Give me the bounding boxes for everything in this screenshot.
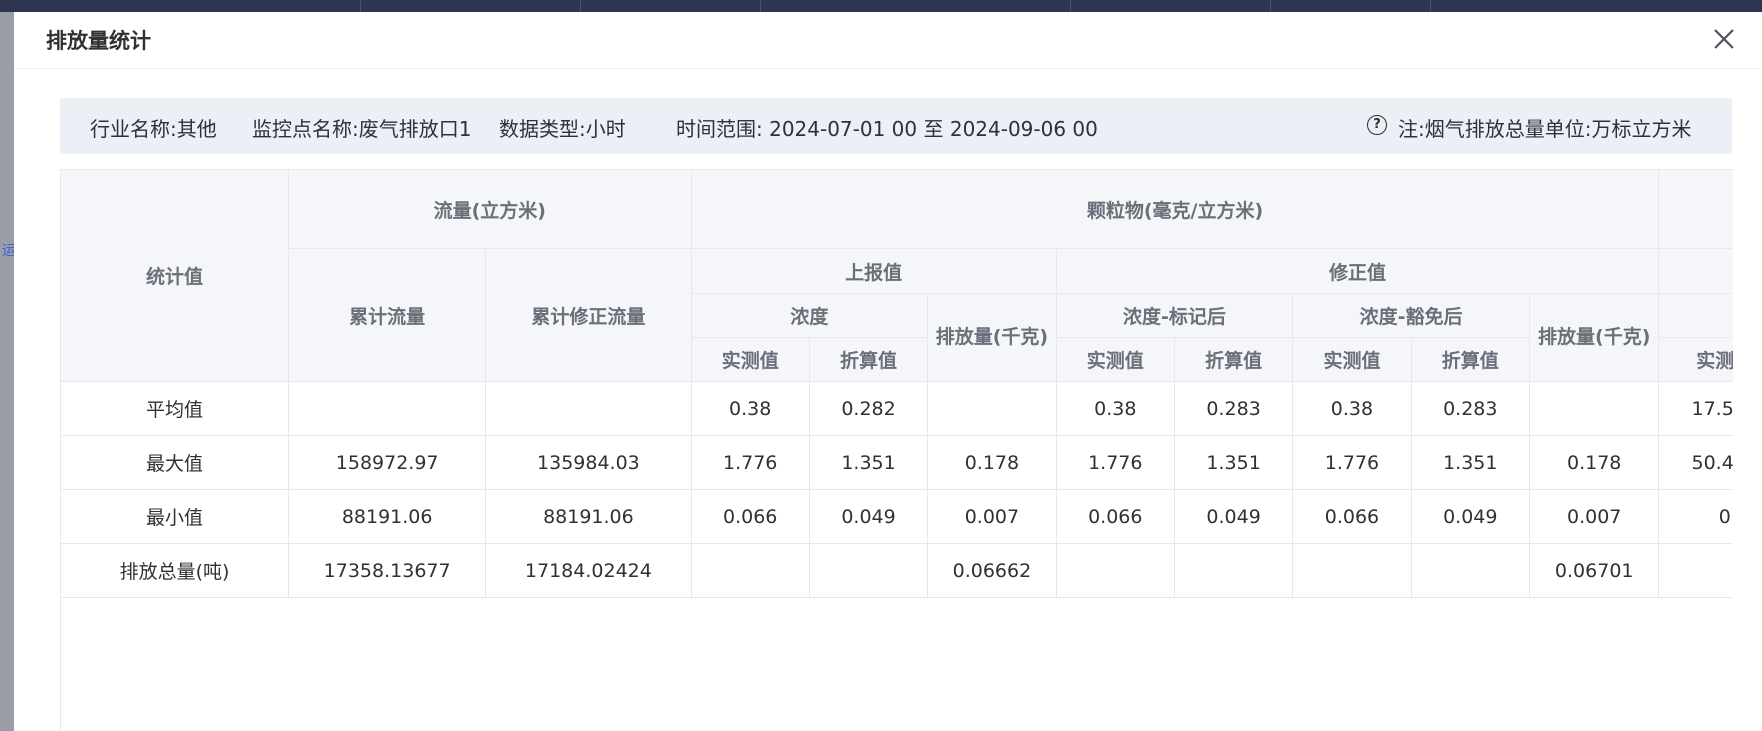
header-measured: 实测值 [1292,337,1412,382]
stats-table-container[interactable]: 统计值 流量(立方米) 颗粒物(毫克/立方米) 累计流量 累计修正流量 上报值 … [60,169,1733,731]
table-cell: 1.776 [691,435,810,490]
table-cell: 0.066 [691,489,810,544]
row-label: 最大值 [61,435,290,490]
table-cell [1411,543,1530,598]
header-flow-group: 流量(立方米) [288,170,692,249]
header-emission-corrected: 排放量(千克) [1529,293,1660,382]
table-row: 排放总量(吨) 17358.13677 17184.02424 0.06662 … [61,543,1733,598]
header-next-group [1658,170,1733,249]
table-cell: 1.351 [809,435,929,490]
header-next-sub [1658,248,1733,294]
table-cell: 0.066 [1056,489,1175,544]
header-measured: 实测值 [1658,337,1733,382]
table-cell: 0.06662 [927,543,1057,598]
header-measured: 实测值 [691,337,810,382]
table-cell: 17358.13677 [288,543,487,598]
header-divider [14,68,1762,69]
stats-table: 统计值 流量(立方米) 颗粒物(毫克/立方米) 累计流量 累计修正流量 上报值 … [61,170,1733,598]
row-label: 平均值 [61,381,290,436]
top-bar-divider [360,0,361,12]
header-next-sub2 [1658,293,1733,338]
table-cell: 17184.02424 [485,543,692,598]
table-row: 平均值 0.38 0.282 0.38 0.283 0.38 0.283 17.… [61,381,1733,436]
unit-note: 注:烟气排放总量单位:万标立方米 [1398,117,1692,141]
background-left-strip: 运 [0,12,16,731]
table-cell: 0.007 [1529,489,1660,544]
top-bar-divider [1070,0,1071,12]
header-conc-marked: 浓度-标记后 [1056,293,1294,338]
table-cell: 0.282 [809,381,929,436]
header-converted: 折算值 [1174,337,1294,382]
top-bar-divider [760,0,761,12]
table-cell: 158972.97 [288,435,487,490]
table-cell [485,381,692,436]
header-concentration: 浓度 [691,293,929,338]
table-cell [809,543,929,598]
table-cell [1174,543,1294,598]
top-bar-divider [1270,0,1271,12]
table-cell: 0.049 [809,489,929,544]
table-cell: 0.066 [1292,489,1412,544]
close-icon[interactable] [1709,24,1739,54]
table-cell: 0.38 [1056,381,1175,436]
table-cell: 1.351 [1174,435,1294,490]
table-cell [1056,543,1175,598]
industry-name: 行业名称:其他 [90,117,217,141]
dialog-title: 排放量统计 [46,29,151,53]
header-conc-exempt: 浓度-豁免后 [1292,293,1530,338]
top-bar-divider [580,0,581,12]
table-cell: 17.558 [1658,381,1733,436]
header-stat: 统计值 [61,170,290,382]
dialog-header: 排放量统计 [14,12,1762,68]
data-type: 数据类型:小时 [499,117,626,141]
header-reported: 上报值 [691,248,1057,294]
table-cell: 1.351 [1411,435,1530,490]
table-cell: 0.38 [691,381,810,436]
table-cell: 0.283 [1411,381,1530,436]
table-cell [1529,381,1660,436]
monitor-point-name: 监控点名称:废气排放口1 [252,117,472,141]
table-cell: 88191.06 [485,489,692,544]
table-cell: 0.049 [1174,489,1294,544]
header-corrected: 修正值 [1056,248,1660,294]
table-cell [1658,543,1733,598]
table-cell: 0 [1658,489,1733,544]
time-range: 时间范围: 2024-07-01 00 至 2024-09-06 00 [676,117,1098,141]
table-row: 最小值 88191.06 88191.06 0.066 0.049 0.007 … [61,489,1733,544]
table-row: 最大值 158972.97 135984.03 1.776 1.351 0.17… [61,435,1733,490]
table-cell [288,381,487,436]
table-cell: 0.178 [927,435,1057,490]
row-label: 排放总量(吨) [61,543,290,598]
help-circle-icon[interactable]: ? [1367,115,1387,135]
table-cell: 0.06701 [1529,543,1660,598]
table-cell [691,543,810,598]
header-measured: 实测值 [1056,337,1175,382]
table-cell: 0.007 [927,489,1057,544]
header-converted: 折算值 [1411,337,1530,382]
header-emission: 排放量(千克) [927,293,1057,382]
table-cell: 0.049 [1411,489,1530,544]
table-cell: 1.776 [1056,435,1175,490]
table-cell: 88191.06 [288,489,487,544]
table-cell: 0.38 [1292,381,1412,436]
table-cell [1292,543,1412,598]
table-cell: 0.178 [1529,435,1660,490]
table-cell [927,381,1057,436]
header-pm-group: 颗粒物(毫克/立方米) [691,170,1660,249]
query-info-bar: 行业名称:其他 监控点名称:废气排放口1 数据类型:小时 时间范围: 2024-… [60,98,1732,154]
header-converted: 折算值 [809,337,929,382]
header-cum-flow: 累计流量 [288,248,487,382]
row-label: 最小值 [61,489,290,544]
table-cell: 0.283 [1174,381,1294,436]
table-cell: 50.439 [1658,435,1733,490]
background-top-bar [0,0,1762,12]
table-cell: 135984.03 [485,435,692,490]
table-cell: 1.776 [1292,435,1412,490]
top-bar-divider [1430,0,1431,12]
header-cum-corr-flow: 累计修正流量 [485,248,692,382]
emission-stats-dialog: 排放量统计 行业名称:其他 监控点名称:废气排放口1 数据类型:小时 时间范围:… [14,12,1762,731]
